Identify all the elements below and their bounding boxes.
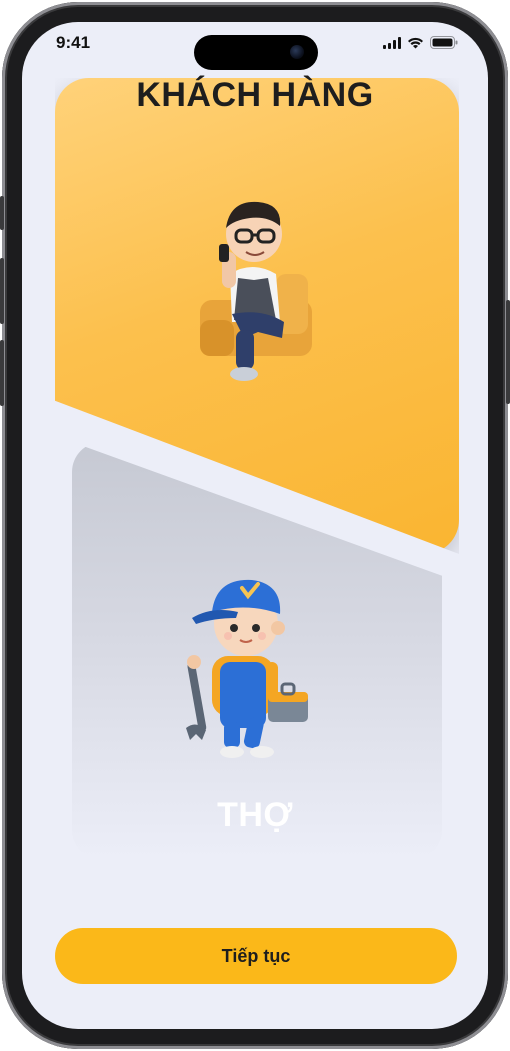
status-icons: [383, 36, 458, 49]
status-bar: 9:41: [22, 22, 488, 70]
status-time: 9:41: [56, 33, 91, 52]
volume-down-button: [0, 340, 4, 406]
dynamic-island: [194, 35, 318, 70]
customer-avatar-illustration: [200, 201, 312, 381]
continue-button[interactable]: Tiếp tục: [55, 928, 457, 984]
power-button: [506, 300, 510, 404]
silent-switch: [0, 196, 4, 230]
battery-icon: [430, 36, 458, 49]
volume-up-button: [0, 258, 4, 324]
app-screen: 9:41 KHÁCH HÀNG THỢ Tiếp tục: [22, 22, 488, 1029]
customer-card-title: KHÁCH HÀNG: [136, 76, 374, 114]
wifi-icon: [408, 37, 423, 48]
worker-card-title: THỢ: [217, 796, 293, 834]
cellular-signal-icon: [383, 36, 401, 49]
front-camera: [290, 45, 304, 59]
worker-avatar-illustration: [186, 579, 308, 758]
